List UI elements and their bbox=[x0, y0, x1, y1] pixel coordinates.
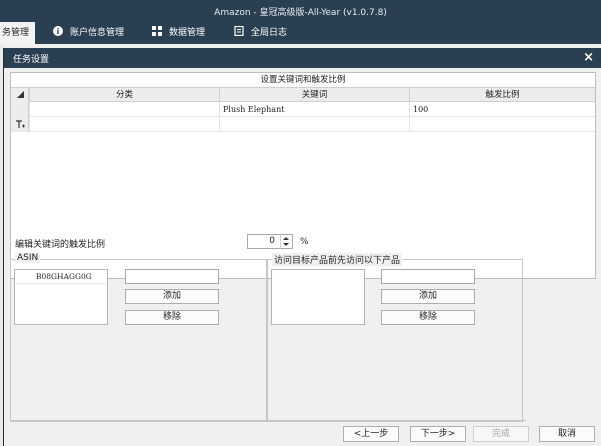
task-settings-dialog: 任务设置 × 设置关键词和触发比例 分类 关键词 触发比例 Plush Elep… bbox=[3, 48, 601, 446]
arrow-up-icon[interactable] bbox=[283, 237, 289, 240]
next-step-button[interactable]: 下一步> bbox=[410, 426, 466, 442]
table-row-new[interactable] bbox=[11, 117, 595, 132]
column-header-ratio[interactable]: 触发比例 bbox=[409, 88, 595, 102]
info-icon bbox=[53, 23, 63, 36]
cell-category[interactable] bbox=[29, 117, 219, 132]
arrow-down-icon[interactable] bbox=[283, 243, 289, 246]
grid-header: 分类 关键词 触发比例 bbox=[11, 87, 595, 103]
visit-first-add-button[interactable]: 添加 bbox=[381, 289, 475, 304]
asin-listbox[interactable]: B08GHAGG0G bbox=[14, 269, 108, 325]
corner-triangle-icon bbox=[17, 91, 24, 98]
select-all-corner[interactable] bbox=[11, 88, 29, 103]
cell-ratio[interactable] bbox=[409, 117, 595, 132]
cell-category[interactable] bbox=[29, 102, 219, 117]
stepper-buttons[interactable] bbox=[280, 235, 292, 248]
visit-first-group: 访问目标产品前先访问以下产品 添加 移除 bbox=[267, 253, 523, 422]
asin-input[interactable] bbox=[125, 269, 219, 284]
menu-task-management[interactable]: 务管理 bbox=[0, 22, 36, 44]
row-header[interactable] bbox=[11, 117, 29, 132]
row-header[interactable] bbox=[11, 102, 29, 117]
asin-add-button[interactable]: 添加 bbox=[125, 289, 219, 304]
dialog-titlebar: 任务设置 × bbox=[4, 48, 601, 68]
trigger-ratio-label: 编辑关键词的触发比例 bbox=[15, 240, 106, 250]
menu-label: 数据管理 bbox=[169, 28, 206, 38]
app-title: Amazon - 皇冠高级版-All-Year (v1.0.7.8) bbox=[214, 8, 387, 18]
cancel-button[interactable]: 取消 bbox=[539, 426, 595, 442]
column-header-keyword[interactable]: 关键词 bbox=[219, 88, 409, 102]
stepper-value: 0 bbox=[269, 236, 275, 246]
menu-label: 务管理 bbox=[2, 28, 30, 38]
grid-caption: 设置关键词和触发比例 bbox=[260, 75, 346, 85]
list-item[interactable]: B08GHAGG0G bbox=[15, 270, 107, 284]
app-titlebar: Amazon - 皇冠高级版-All-Year (v1.0.7.8) bbox=[0, 0, 601, 22]
asin-group: ASIN B08GHAGG0G 添加 移除 bbox=[10, 253, 267, 422]
cell-keyword[interactable] bbox=[219, 117, 409, 132]
grid-icon bbox=[152, 23, 162, 36]
dialog-title: 任务设置 bbox=[13, 55, 50, 65]
finish-button[interactable]: 完成 bbox=[473, 426, 529, 442]
footer-divider bbox=[10, 420, 526, 421]
column-header-category[interactable]: 分类 bbox=[29, 88, 219, 102]
document-icon bbox=[234, 23, 244, 37]
trigger-ratio-stepper[interactable]: 0 bbox=[247, 234, 293, 249]
percent-unit: % bbox=[300, 237, 309, 247]
cell-ratio[interactable]: 100 bbox=[409, 102, 595, 117]
visit-first-input[interactable] bbox=[381, 269, 475, 284]
app-menubar: 务管理 账户信息管理 数据管理 全局日志 bbox=[0, 22, 601, 44]
menu-account-info[interactable]: 账户信息管理 bbox=[53, 22, 124, 44]
menu-label: 全局日志 bbox=[251, 28, 288, 38]
asin-group-legend: ASIN bbox=[15, 253, 41, 263]
prev-step-button[interactable]: <上一步 bbox=[343, 426, 399, 442]
menu-global-log[interactable]: 全局日志 bbox=[234, 22, 287, 44]
menu-label: 账户信息管理 bbox=[70, 28, 125, 38]
visit-first-remove-button[interactable]: 移除 bbox=[381, 310, 475, 325]
close-icon[interactable]: × bbox=[583, 50, 594, 65]
visit-first-listbox[interactable] bbox=[271, 269, 365, 325]
new-row-icon bbox=[16, 120, 25, 128]
table-row[interactable]: Plush Elephant 100 bbox=[11, 102, 595, 117]
menu-data-management[interactable]: 数据管理 bbox=[152, 22, 205, 44]
cell-keyword[interactable]: Plush Elephant bbox=[219, 102, 409, 117]
visit-first-group-legend: 访问目标产品前先访问以下产品 bbox=[272, 253, 403, 266]
asin-remove-button[interactable]: 移除 bbox=[125, 310, 219, 325]
